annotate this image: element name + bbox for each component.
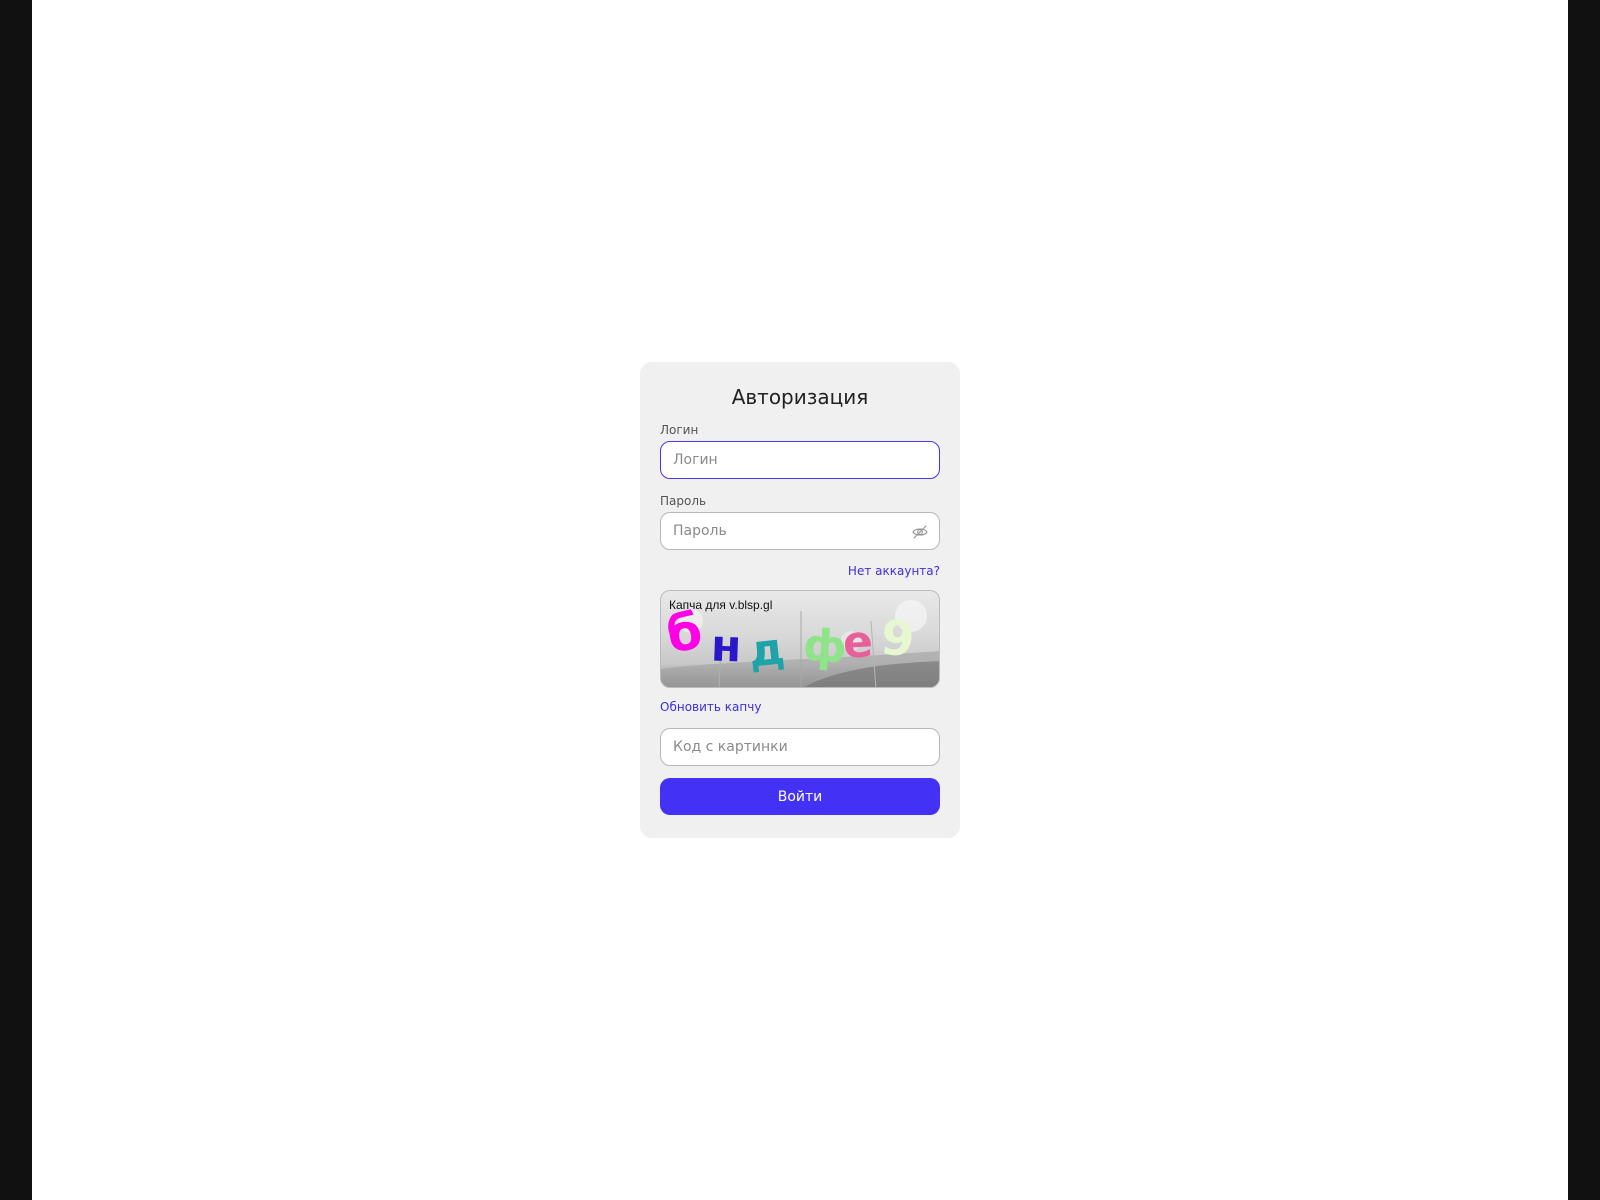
captcha-glyph: н — [710, 620, 743, 673]
eye-off-icon[interactable] — [911, 523, 929, 541]
password-field-wrapper — [660, 512, 940, 550]
login-button[interactable]: Войти — [660, 778, 940, 815]
refresh-captcha-link[interactable]: Обновить капчу — [660, 700, 761, 714]
captcha-code-field-wrapper — [660, 728, 940, 766]
captcha-glyph: е — [841, 616, 875, 669]
captcha-glyph: б — [663, 601, 706, 665]
page-title: Авторизация — [731, 385, 869, 409]
password-label: Пароль — [660, 494, 707, 508]
captcha-code-input[interactable] — [661, 729, 939, 765]
login-input[interactable] — [661, 442, 939, 478]
refresh-row: Обновить капчу — [660, 698, 940, 714]
captcha-image: Капча для v.blsp.gl б н д ф е 9 — [660, 590, 940, 688]
register-link[interactable]: Нет аккаунта? — [848, 564, 940, 578]
captcha-glyph: д — [746, 623, 788, 678]
captcha-glyph: ф — [801, 619, 849, 674]
register-row: Нет аккаунта? — [660, 562, 940, 578]
login-label: Логин — [660, 423, 699, 437]
page-background: Авторизация Логин Пароль Нет аккаунта? — [32, 0, 1568, 1200]
login-field-wrapper — [660, 441, 940, 479]
password-input[interactable] — [661, 513, 939, 549]
captcha-glyph: 9 — [878, 609, 918, 669]
login-card: Авторизация Логин Пароль Нет аккаунта? — [640, 362, 960, 838]
